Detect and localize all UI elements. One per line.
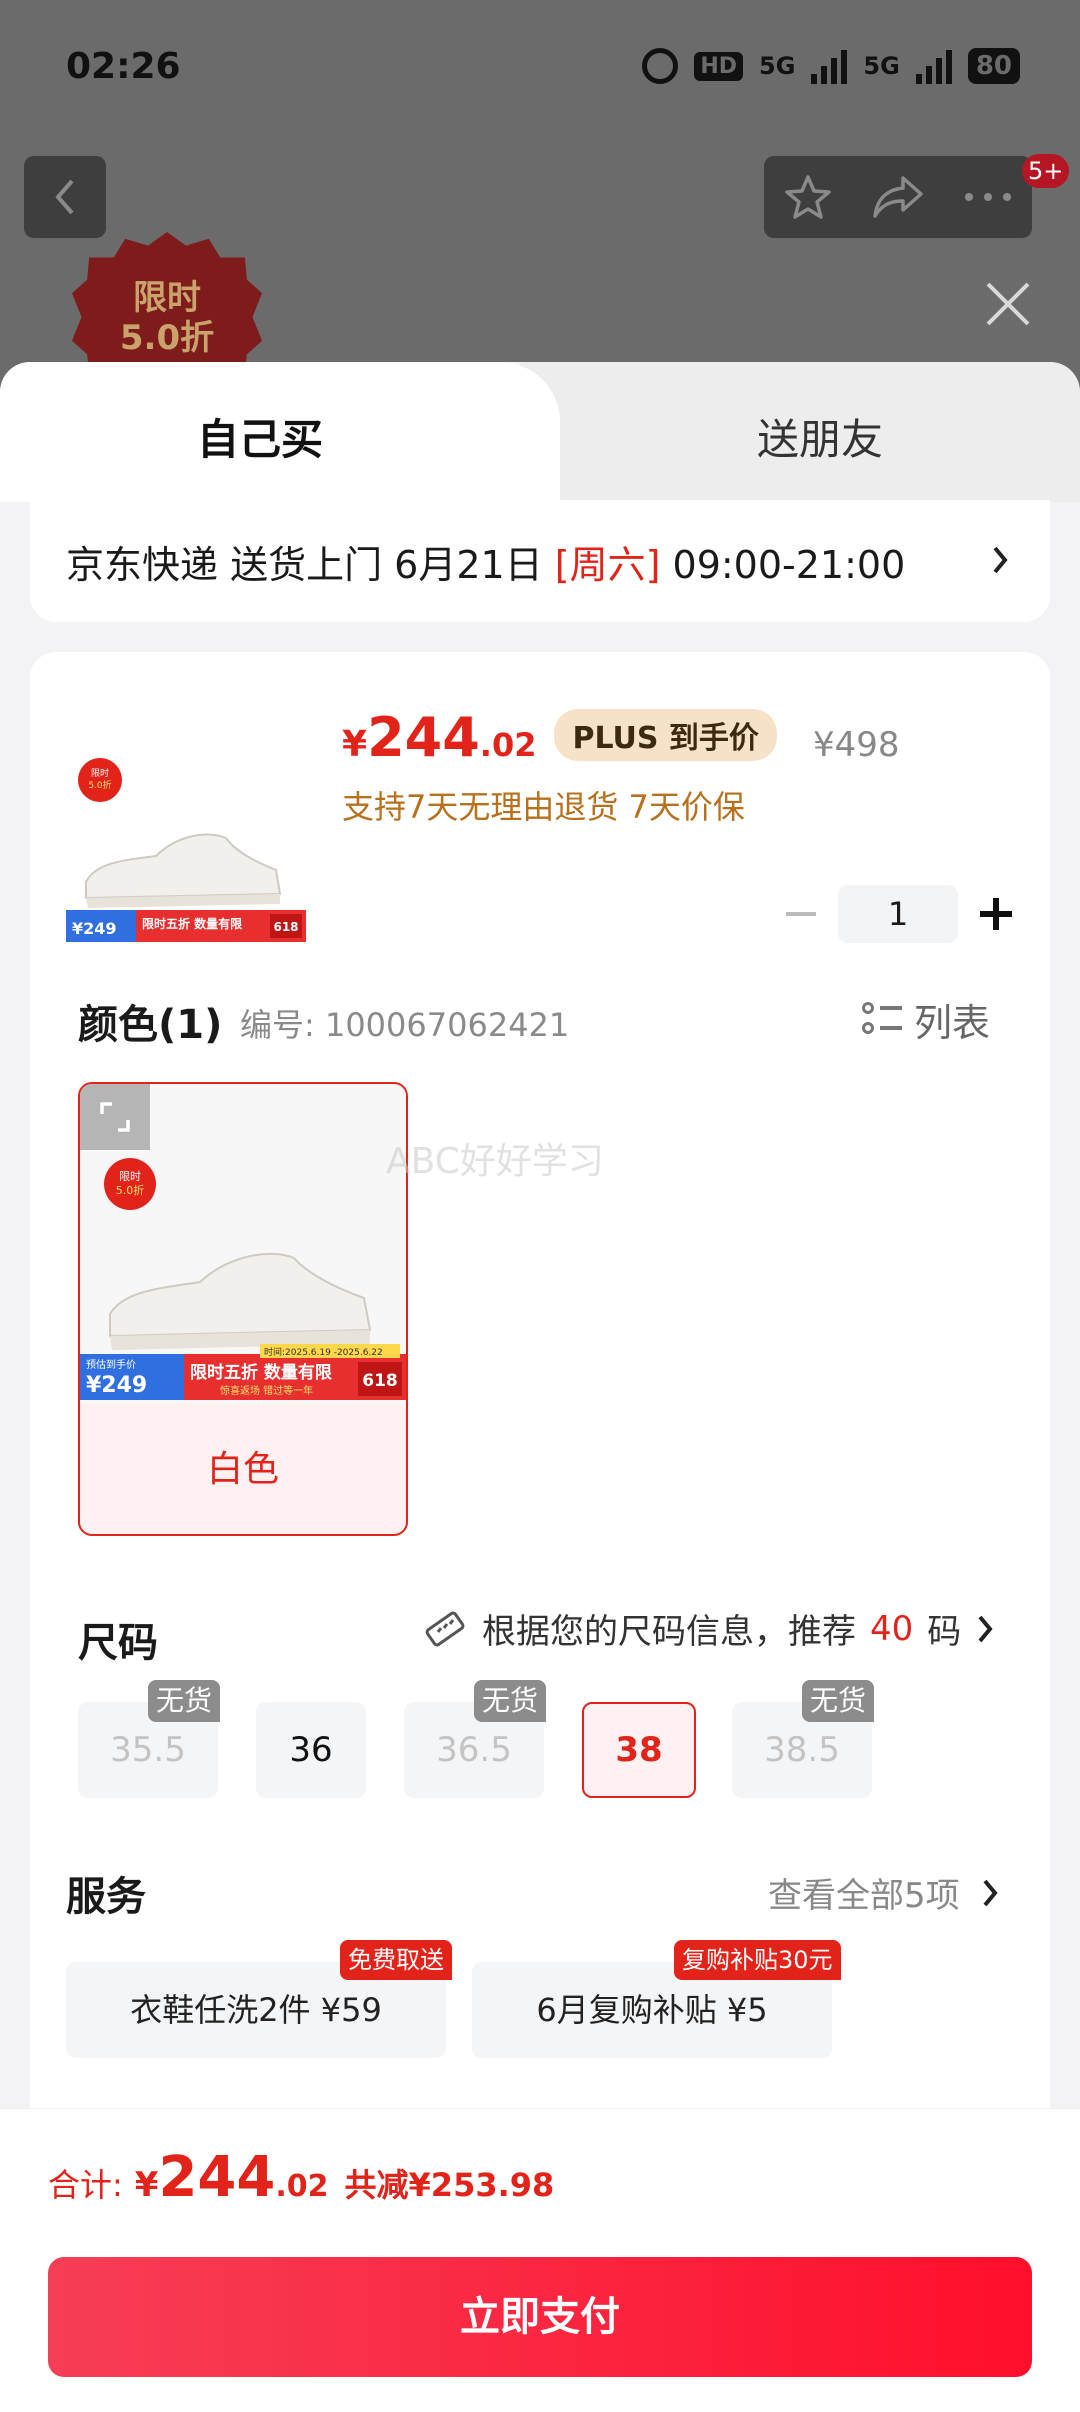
delivery-info-row[interactable]: 京东快递 送货上门 6月21日 [周六] 09:00-21:00: [30, 500, 1050, 622]
quantity-stepper: 1: [770, 884, 1026, 944]
list-view-label: 列表: [914, 1001, 991, 1045]
list-view-toggle[interactable]: 列表: [862, 992, 990, 1047]
original-price: ¥498: [812, 725, 900, 765]
checkout-footer: 合计: ¥ 244 .02 共减¥253.98 立即支付: [0, 2108, 1080, 2412]
price-row: ¥ 244 .02 PLUS 到手价 ¥498: [342, 706, 899, 769]
status-icons: HD 5G 5G 80: [642, 48, 1020, 84]
total-row: 合计: ¥ 244 .02 共减¥253.98: [48, 2145, 554, 2210]
color-option-white[interactable]: 限时 5.0折 预估到手价 ¥249 限时五折 数量有限 惊喜返场 错过等一年 …: [78, 1082, 408, 1536]
delivery-prefix: 京东快递 送货上门 6月21日: [66, 543, 555, 587]
chevron-right-icon: [983, 1879, 998, 1906]
chevron-left-icon: [55, 179, 74, 215]
color-banner-est: 预估到手价: [86, 1358, 136, 1371]
total-currency: ¥: [134, 2165, 159, 2205]
chevron-right-icon: [978, 1615, 993, 1642]
thumb-banner-tag: 618: [273, 920, 298, 934]
expand-image-button[interactable]: [80, 1084, 150, 1150]
size-option-36[interactable]: 36: [256, 1702, 366, 1798]
service-tag: 复购补贴30元: [674, 1940, 841, 1980]
watermark-text: ABC好好学习: [386, 1141, 604, 1182]
expand-icon: [100, 1102, 130, 1132]
out-of-stock-tag: 无货: [802, 1680, 875, 1722]
service-section-title: 服务: [66, 1874, 146, 1920]
color-section-title: 颜色(1): [78, 1002, 223, 1048]
price-integer: 244: [367, 706, 480, 769]
purchase-sheet: 自己买 送朋友 京东快递 送货上门 6月21日 [周六] 09:00-21:00…: [0, 362, 1080, 2412]
thumb-badge-line1: 限时: [91, 767, 109, 779]
signal-icon: [811, 48, 848, 84]
total-savings: 共减¥253.98: [344, 2166, 555, 2204]
list-icon: [862, 1000, 902, 1040]
size-rec-value: 40: [870, 1608, 914, 1649]
product-thumbnail: 限时 5.0折 ¥249 限时五折 数量有限 618: [66, 758, 306, 942]
back-button[interactable]: [24, 156, 106, 238]
thumb-badge-line2: 5.0折: [88, 779, 111, 791]
network-label-1: 5G: [759, 52, 796, 80]
delivery-time: 09:00-21:00: [660, 543, 906, 587]
service-tag: 免费取送: [340, 1940, 452, 1980]
color-badge-line2: 5.0折: [116, 1183, 145, 1197]
total-integer: 244: [158, 2145, 276, 2210]
promo-seal-line2: 5.0折: [119, 318, 215, 358]
top-action-group: [764, 156, 1032, 238]
decrement-button[interactable]: [770, 884, 830, 944]
color-badge-line1: 限时: [119, 1170, 141, 1183]
share-icon[interactable]: [871, 174, 925, 220]
delivery-day: [周六]: [554, 543, 661, 587]
network-label-2: 5G: [863, 52, 900, 80]
color-option-label: 白色: [206, 1449, 279, 1490]
out-of-stock-tag: 无货: [474, 1680, 547, 1722]
size-rec-prefix: 根据您的尺码信息，推荐: [482, 1612, 856, 1652]
view-all-services[interactable]: 查看全部5项: [768, 1868, 1000, 1917]
promo-seal-line1: 限时: [133, 278, 201, 318]
size-rec-suffix: 码: [927, 1612, 962, 1652]
ruler-icon: [425, 1611, 465, 1646]
color-banner-tag: 618: [362, 1371, 398, 1391]
thumb-banner-slogan: 限时五折 数量有限: [142, 916, 242, 931]
signal-icon-2: [915, 48, 952, 84]
total-label: 合计:: [48, 2166, 123, 2204]
price-currency: ¥: [342, 724, 368, 765]
more-icon[interactable]: [963, 191, 1013, 203]
status-time: 02:26: [66, 46, 181, 87]
hd-icon: HD: [694, 51, 743, 81]
notification-badge: 5+: [1022, 154, 1070, 188]
color-banner-slogan: 限时五折 数量有限: [190, 1362, 332, 1383]
alarm-icon: [642, 48, 679, 84]
view-all-label: 查看全部5项: [768, 1876, 960, 1916]
chevron-right-icon: [993, 546, 1008, 574]
size-option-38[interactable]: 38: [582, 1702, 696, 1798]
battery-icon: 80: [967, 48, 1020, 84]
color-banner-price: ¥249: [86, 1373, 147, 1398]
thumb-banner-price: ¥249: [72, 919, 117, 938]
size-section-title: 尺码: [78, 1620, 158, 1666]
star-icon[interactable]: [783, 172, 833, 222]
out-of-stock-tag: 无货: [148, 1680, 221, 1722]
promo-seal-text: 限时 5.0折: [72, 278, 262, 358]
tab-buy-for-self[interactable]: 自己买: [0, 406, 520, 467]
color-banner-date: 时间:2025.6.19 -2025.6.22: [264, 1346, 383, 1358]
tab-gift-to-friend[interactable]: 送朋友: [560, 406, 1080, 467]
color-banner-sub: 惊喜返场 错过等一年: [220, 1384, 313, 1397]
plus-price-tag: PLUS 到手价: [554, 709, 777, 761]
close-icon[interactable]: [980, 276, 1036, 332]
quantity-value[interactable]: 1: [838, 885, 958, 943]
price-decimal: .02: [479, 726, 537, 764]
return-policy: 支持7天无理由退货 7天价保: [342, 788, 745, 826]
size-recommendation[interactable]: 根据您的尺码信息，推荐 40 码: [422, 1604, 995, 1653]
sku-number: 编号: 100067062421: [240, 1006, 570, 1044]
status-bar: 02:26 HD 5G 5G 80: [0, 0, 1080, 140]
increment-button[interactable]: [966, 884, 1026, 944]
total-decimal: .02: [275, 2169, 329, 2204]
delivery-text: 京东快递 送货上门 6月21日 [周六] 09:00-21:00: [66, 534, 905, 589]
tab-bar: 自己买 送朋友: [0, 362, 1080, 502]
pay-now-button[interactable]: 立即支付: [48, 2257, 1032, 2377]
